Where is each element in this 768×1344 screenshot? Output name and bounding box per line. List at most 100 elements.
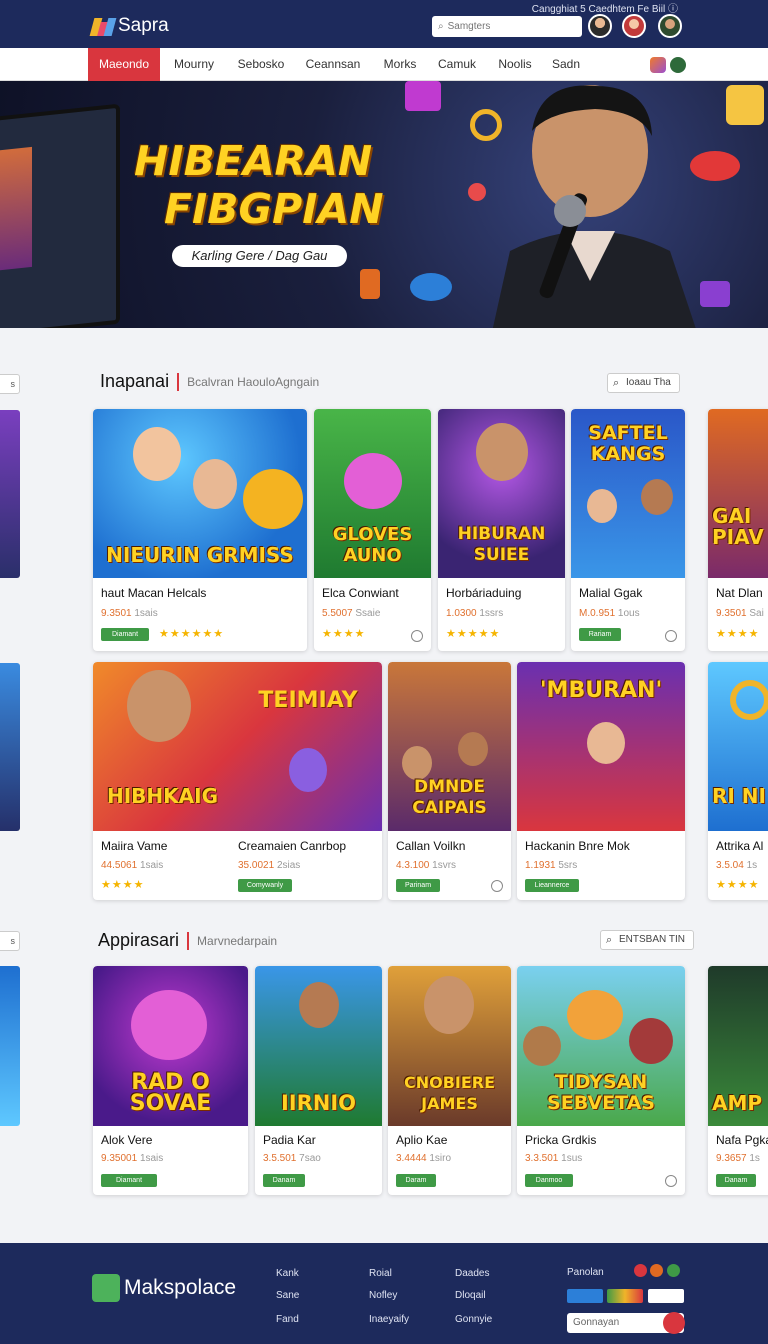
- section2-subtitle: Marvnedarpain: [197, 933, 278, 948]
- game-meta: 9.3501 Sai: [716, 608, 764, 619]
- gem-icon[interactable]: [670, 57, 686, 73]
- comment-icon[interactable]: [411, 630, 423, 642]
- social-icon-3[interactable]: [667, 1264, 680, 1277]
- game-meta: 9.3657 1s: [716, 1153, 760, 1164]
- game-tag[interactable]: Danam: [263, 1174, 305, 1187]
- nav-item-6[interactable]: Noolis: [492, 48, 538, 81]
- footer-logo[interactable]: Makspolace: [92, 1274, 236, 1302]
- footer-link[interactable]: Fand: [276, 1314, 299, 1325]
- puzzle-icon[interactable]: [650, 57, 666, 73]
- nav-item-2[interactable]: Sebosko: [232, 48, 290, 81]
- footer-link[interactable]: Inaeyaify: [369, 1314, 409, 1325]
- section1-side-button[interactable]: s: [0, 374, 20, 394]
- game-card[interactable]: TIDYSAN SEBVETAS Pricka Grdkis 3.3.501 1…: [517, 966, 685, 1195]
- footer-link[interactable]: Gonnyie: [455, 1314, 492, 1325]
- game-card[interactable]: RAD O SOVAE Alok Vere 9.35001 1sais Diam…: [93, 966, 248, 1195]
- game-card[interactable]: 'MBURAN' Hackanin Bnre Mok 1.1931 5srs L…: [517, 662, 685, 900]
- section1-left-arrow[interactable]: [0, 410, 20, 578]
- game-tag[interactable]: Danam: [716, 1174, 756, 1187]
- game-meta: 44.5061 1sais: [101, 860, 164, 871]
- game-tag[interactable]: Rariam: [579, 628, 621, 641]
- social-icon-1[interactable]: [634, 1264, 647, 1277]
- game-tag[interactable]: Diamant: [101, 1174, 157, 1187]
- app-badge-1[interactable]: [567, 1289, 603, 1303]
- hero-subtitle-pill[interactable]: Karling Gere / Dag Gau: [172, 245, 347, 267]
- game-meta: 3.4444 1siro: [396, 1153, 452, 1164]
- game-card[interactable]: AMP Nafa Pgka 9.3657 1s Danam: [708, 966, 768, 1195]
- game-thumbnail: TIDYSAN SEBVETAS: [517, 966, 685, 1126]
- game-meta: 9.35001 1sais: [101, 1153, 164, 1164]
- footer-submit-button[interactable]: [663, 1312, 685, 1334]
- hero-chip-6: [700, 281, 730, 307]
- hero-banner[interactable]: HIBEARAN FIBGPIAN: [0, 81, 768, 328]
- nav-item-1[interactable]: Mourny: [164, 48, 224, 81]
- game-tag[interactable]: Comywanly: [238, 879, 292, 892]
- comment-icon[interactable]: [665, 1175, 677, 1187]
- game-thumbnail: AMP: [708, 966, 768, 1126]
- game-thumbnail: IIRNIO: [255, 966, 382, 1126]
- game-title: Malial Ggak: [579, 586, 643, 600]
- game-tag[interactable]: Danmoo: [525, 1174, 573, 1187]
- game-thumbnail: SAFTEL KANGS: [571, 409, 685, 578]
- footer-link[interactable]: Kank: [276, 1268, 299, 1279]
- social-icon-2[interactable]: [650, 1264, 663, 1277]
- hero-chip-3: [410, 273, 452, 301]
- game-card-2-info[interactable]: Creamaien Canrbop 35.0021 2sias Comywanl…: [238, 839, 378, 899]
- footer-logo-mark-icon: [92, 1274, 120, 1302]
- section2-left-arrow[interactable]: [0, 966, 20, 1126]
- comment-icon[interactable]: [665, 630, 677, 642]
- avatar-3[interactable]: [658, 14, 682, 38]
- game-card[interactable]: SAFTEL KANGS Malial Ggak M.0.951 1ous Ra…: [571, 409, 685, 651]
- app-badge-3[interactable]: [648, 1289, 684, 1303]
- rating-stars: ★★★★: [101, 879, 145, 891]
- section2-search-button[interactable]: ENTSBAN TIN: [600, 930, 694, 950]
- footer-link[interactable]: Sane: [276, 1290, 299, 1301]
- game-card[interactable]: DMNDE CAIPAIS Callan Voilkn 4.3.100 1svr…: [388, 662, 511, 900]
- nav-item-0[interactable]: Maeondo: [88, 48, 160, 81]
- hero-chip-4: [468, 183, 486, 201]
- game-meta: 3.3.501 1sus: [525, 1153, 583, 1164]
- nav-item-3[interactable]: Ceannsan: [298, 48, 368, 81]
- game-card[interactable]: CNOBIERE JAMES Aplio Kae 3.4444 1siro Da…: [388, 966, 511, 1195]
- section1-search-button[interactable]: Ioaau Tha: [607, 373, 680, 393]
- nav-item-5[interactable]: Camuk: [432, 48, 482, 81]
- comment-icon[interactable]: [491, 880, 503, 892]
- game-card[interactable]: GLOVES AUNO Elca Conwiant 5.5007 Ssaie ★…: [314, 409, 431, 651]
- logo-text: Sapra: [118, 15, 169, 36]
- game-title: Elca Conwiant: [322, 586, 399, 600]
- game-tag[interactable]: Diamant: [101, 628, 149, 641]
- top-link[interactable]: Cangghiat 5 Caedhtem Fe Biil ⓘ: [532, 0, 678, 15]
- game-card[interactable]: HIBURAN SUIEE Horbáriaduing 1.0300 1ssrs…: [438, 409, 565, 651]
- game-thumbnail: RAD O SOVAE: [93, 966, 248, 1126]
- game-tag[interactable]: Parinam: [396, 879, 440, 892]
- game-card[interactable]: GAI PIAV Nat Dlan 9.3501 Sai ★★★★: [708, 409, 768, 651]
- nav-item-4[interactable]: Morks: [378, 48, 422, 81]
- search-box[interactable]: ⌕: [432, 16, 582, 37]
- game-card[interactable]: IIRNIO Padia Kar 3.5.501 7sao Danam: [255, 966, 382, 1195]
- footer-link[interactable]: Daades: [455, 1268, 489, 1279]
- section2-side-button[interactable]: s: [0, 931, 20, 951]
- game-title: Callan Voilkn: [396, 839, 466, 853]
- nav-item-7[interactable]: Sadn: [546, 48, 586, 81]
- game-title: Pricka Grdkis: [525, 1133, 597, 1147]
- hero-chip-5: [360, 269, 380, 299]
- game-title: Nat Dlan: [716, 586, 763, 600]
- wide-banner-title-art: TEIMIAY: [258, 688, 358, 713]
- footer-link[interactable]: Nofley: [369, 1290, 397, 1301]
- footer-link[interactable]: Roial: [369, 1268, 392, 1279]
- game-card[interactable]: RI NI Attrika Al 3.5.04 1s ★★★★: [708, 662, 768, 900]
- game-card[interactable]: NIEURIN GRMISS haut Macan Helcals 9.3501…: [93, 409, 307, 651]
- avatar-1[interactable]: [588, 14, 612, 38]
- footer-link[interactable]: Dloqail: [455, 1290, 486, 1301]
- rating-stars: ★★★★★★: [159, 628, 225, 640]
- search-input[interactable]: [447, 21, 558, 32]
- section1-left-arrow-2[interactable]: [0, 663, 20, 831]
- game-thumbnail: GAI PIAV: [708, 409, 768, 578]
- top-bar: Sapra Cangghiat 5 Caedhtem Fe Biil ⓘ ⌕: [0, 0, 768, 48]
- game-tag[interactable]: Lieannerce: [525, 879, 579, 892]
- avatar-2[interactable]: [622, 14, 646, 38]
- site-logo[interactable]: Sapra: [89, 14, 169, 38]
- app-badge-2[interactable]: [607, 1289, 643, 1303]
- game-tag[interactable]: Daram: [396, 1174, 436, 1187]
- search-icon: ⌕: [438, 21, 444, 32]
